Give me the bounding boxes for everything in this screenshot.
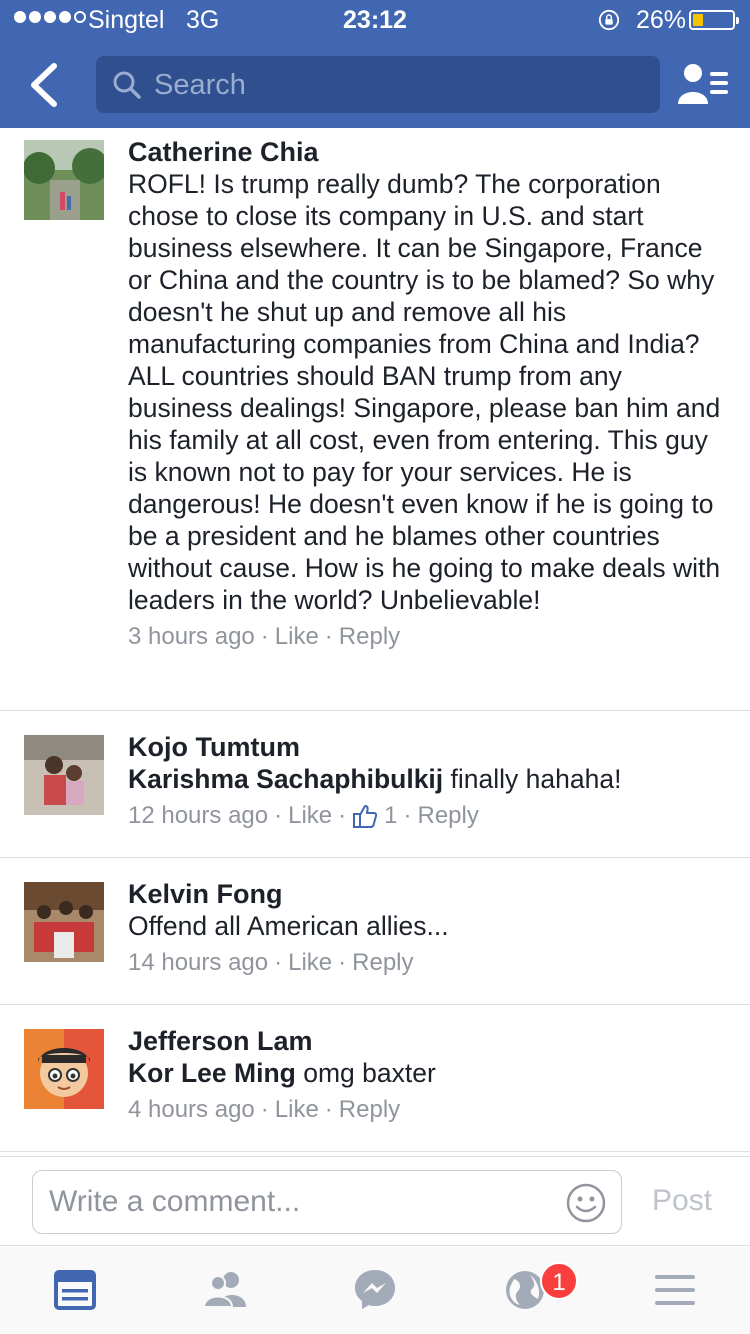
avatar[interactable] <box>24 735 104 815</box>
mention-link[interactable]: Kor Lee Ming <box>128 1058 296 1088</box>
comment-item: Kojo Tumtum Karishma Sachaphibulkij fina… <box>0 711 750 858</box>
back-button[interactable] <box>22 60 66 110</box>
comment-text: Kor Lee Ming omg baxter <box>128 1057 730 1089</box>
comment-item: Jefferson Lam Kor Lee Ming omg baxter 4 … <box>0 1005 750 1152</box>
comments-list: Catherine Chia ROFL! Is trump really dum… <box>0 128 750 1152</box>
news-feed-icon[interactable] <box>50 1265 100 1315</box>
comment-meta: 4 hours ago · Like · Reply <box>128 1095 401 1125</box>
search-input[interactable]: Search <box>96 56 660 113</box>
reply-link[interactable]: Reply <box>418 801 479 831</box>
top-bar: Singtel 3G 23:12 26% Search <box>0 0 750 128</box>
like-link[interactable]: Like <box>288 801 332 831</box>
avatar[interactable] <box>24 140 104 220</box>
battery-percent: 26% <box>636 6 687 34</box>
messenger-icon[interactable] <box>350 1265 400 1315</box>
like-count[interactable]: 1 <box>352 801 398 831</box>
friends-icon[interactable] <box>200 1265 250 1315</box>
comment-placeholder: Write a comment... <box>49 1185 301 1218</box>
like-count-value: 1 <box>384 802 398 829</box>
comment-item: Catherine Chia ROFL! Is trump really dum… <box>0 128 750 711</box>
comment-author[interactable]: Kelvin Fong <box>128 878 730 910</box>
comment-text: Offend all American allies... <box>128 911 449 941</box>
like-link[interactable]: Like <box>275 1095 319 1125</box>
comment-author[interactable]: Jefferson Lam <box>128 1025 730 1057</box>
reply-link[interactable]: Reply <box>352 948 413 978</box>
comment-timestamp[interactable]: 14 hours ago <box>128 948 268 978</box>
like-link[interactable]: Like <box>288 948 332 978</box>
rotation-lock-icon <box>598 9 620 31</box>
menu-icon[interactable] <box>650 1265 700 1315</box>
search-placeholder: Search <box>154 69 246 101</box>
notification-badge: 1 <box>540 1262 578 1300</box>
friend-requests-icon[interactable] <box>676 62 730 106</box>
comment-text-body: omg baxter <box>303 1058 436 1088</box>
avatar[interactable] <box>24 882 104 962</box>
emoji-icon[interactable] <box>565 1182 607 1224</box>
comment-text: ROFL! Is trump really dumb? The corporat… <box>128 169 721 615</box>
comment-author[interactable]: Kojo Tumtum <box>128 731 730 763</box>
comment-timestamp[interactable]: 12 hours ago <box>128 801 268 831</box>
comment-composer: Write a comment... Post <box>0 1156 750 1246</box>
comment-meta: 3 hours ago · Like · Reply <box>128 622 401 652</box>
comment-timestamp[interactable]: 3 hours ago <box>128 622 255 652</box>
tab-bar <box>0 1247 750 1334</box>
thumbs-up-icon <box>353 805 378 828</box>
post-button[interactable]: Post <box>652 1184 712 1218</box>
comment-meta: 12 hours ago · Like · 1 · Reply <box>128 801 479 831</box>
like-link[interactable]: Like <box>275 622 319 652</box>
avatar[interactable] <box>24 1029 104 1109</box>
comment-text: Karishma Sachaphibulkij finally hahaha! <box>128 763 730 795</box>
comment-meta: 14 hours ago · Like · Reply <box>128 948 414 978</box>
comment-text-body: finally hahaha! <box>450 764 622 794</box>
comment-input[interactable]: Write a comment... <box>32 1170 622 1234</box>
reply-link[interactable]: Reply <box>339 622 400 652</box>
mention-link[interactable]: Karishma Sachaphibulkij <box>128 764 443 794</box>
search-icon <box>113 71 141 99</box>
reply-link[interactable]: Reply <box>339 1095 400 1125</box>
battery-icon <box>689 10 739 30</box>
comment-timestamp[interactable]: 4 hours ago <box>128 1095 255 1125</box>
comment-author[interactable]: Catherine Chia <box>128 136 730 168</box>
comment-item: Kelvin Fong Offend all American allies..… <box>0 858 750 1005</box>
status-bar: Singtel 3G 23:12 26% <box>0 0 750 40</box>
